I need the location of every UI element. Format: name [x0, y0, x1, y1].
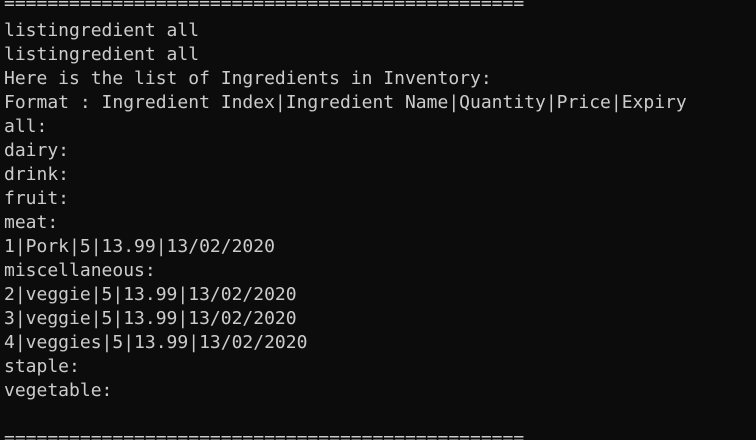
divider-bottom: ========================================…: [4, 428, 525, 440]
ingredient-entry-line: 1|Pork|5|13.99|13/02/2020: [4, 236, 275, 257]
category-fruit-label: fruit:: [4, 188, 70, 209]
category-miscellaneous-label: miscellaneous:: [4, 260, 156, 281]
inventory-header-line: Here is the list of Ingredients in Inven…: [4, 68, 492, 89]
command-echo-line: listingredient all: [4, 44, 200, 65]
category-dairy-label: dairy:: [4, 140, 70, 161]
format-line: Format : Ingredient Index|Ingredient Nam…: [4, 92, 687, 113]
console-window[interactable]: ========================================…: [0, 0, 756, 440]
category-vegetable-label: vegetable:: [4, 380, 113, 401]
ingredient-entry-line: 3|veggie|5|13.99|13/02/2020: [4, 308, 297, 329]
category-drink-label: drink:: [4, 164, 70, 185]
category-meat-label: meat:: [4, 212, 59, 233]
category-staple-label: staple:: [4, 356, 80, 377]
ingredient-entry-line: 4|veggies|5|13.99|13/02/2020: [4, 332, 308, 353]
category-all-label: all:: [4, 116, 48, 137]
divider-top: ========================================…: [4, 0, 525, 14]
command-echo-line: listingredient all: [4, 20, 200, 41]
ingredient-entry-line: 2|veggie|5|13.99|13/02/2020: [4, 284, 297, 305]
